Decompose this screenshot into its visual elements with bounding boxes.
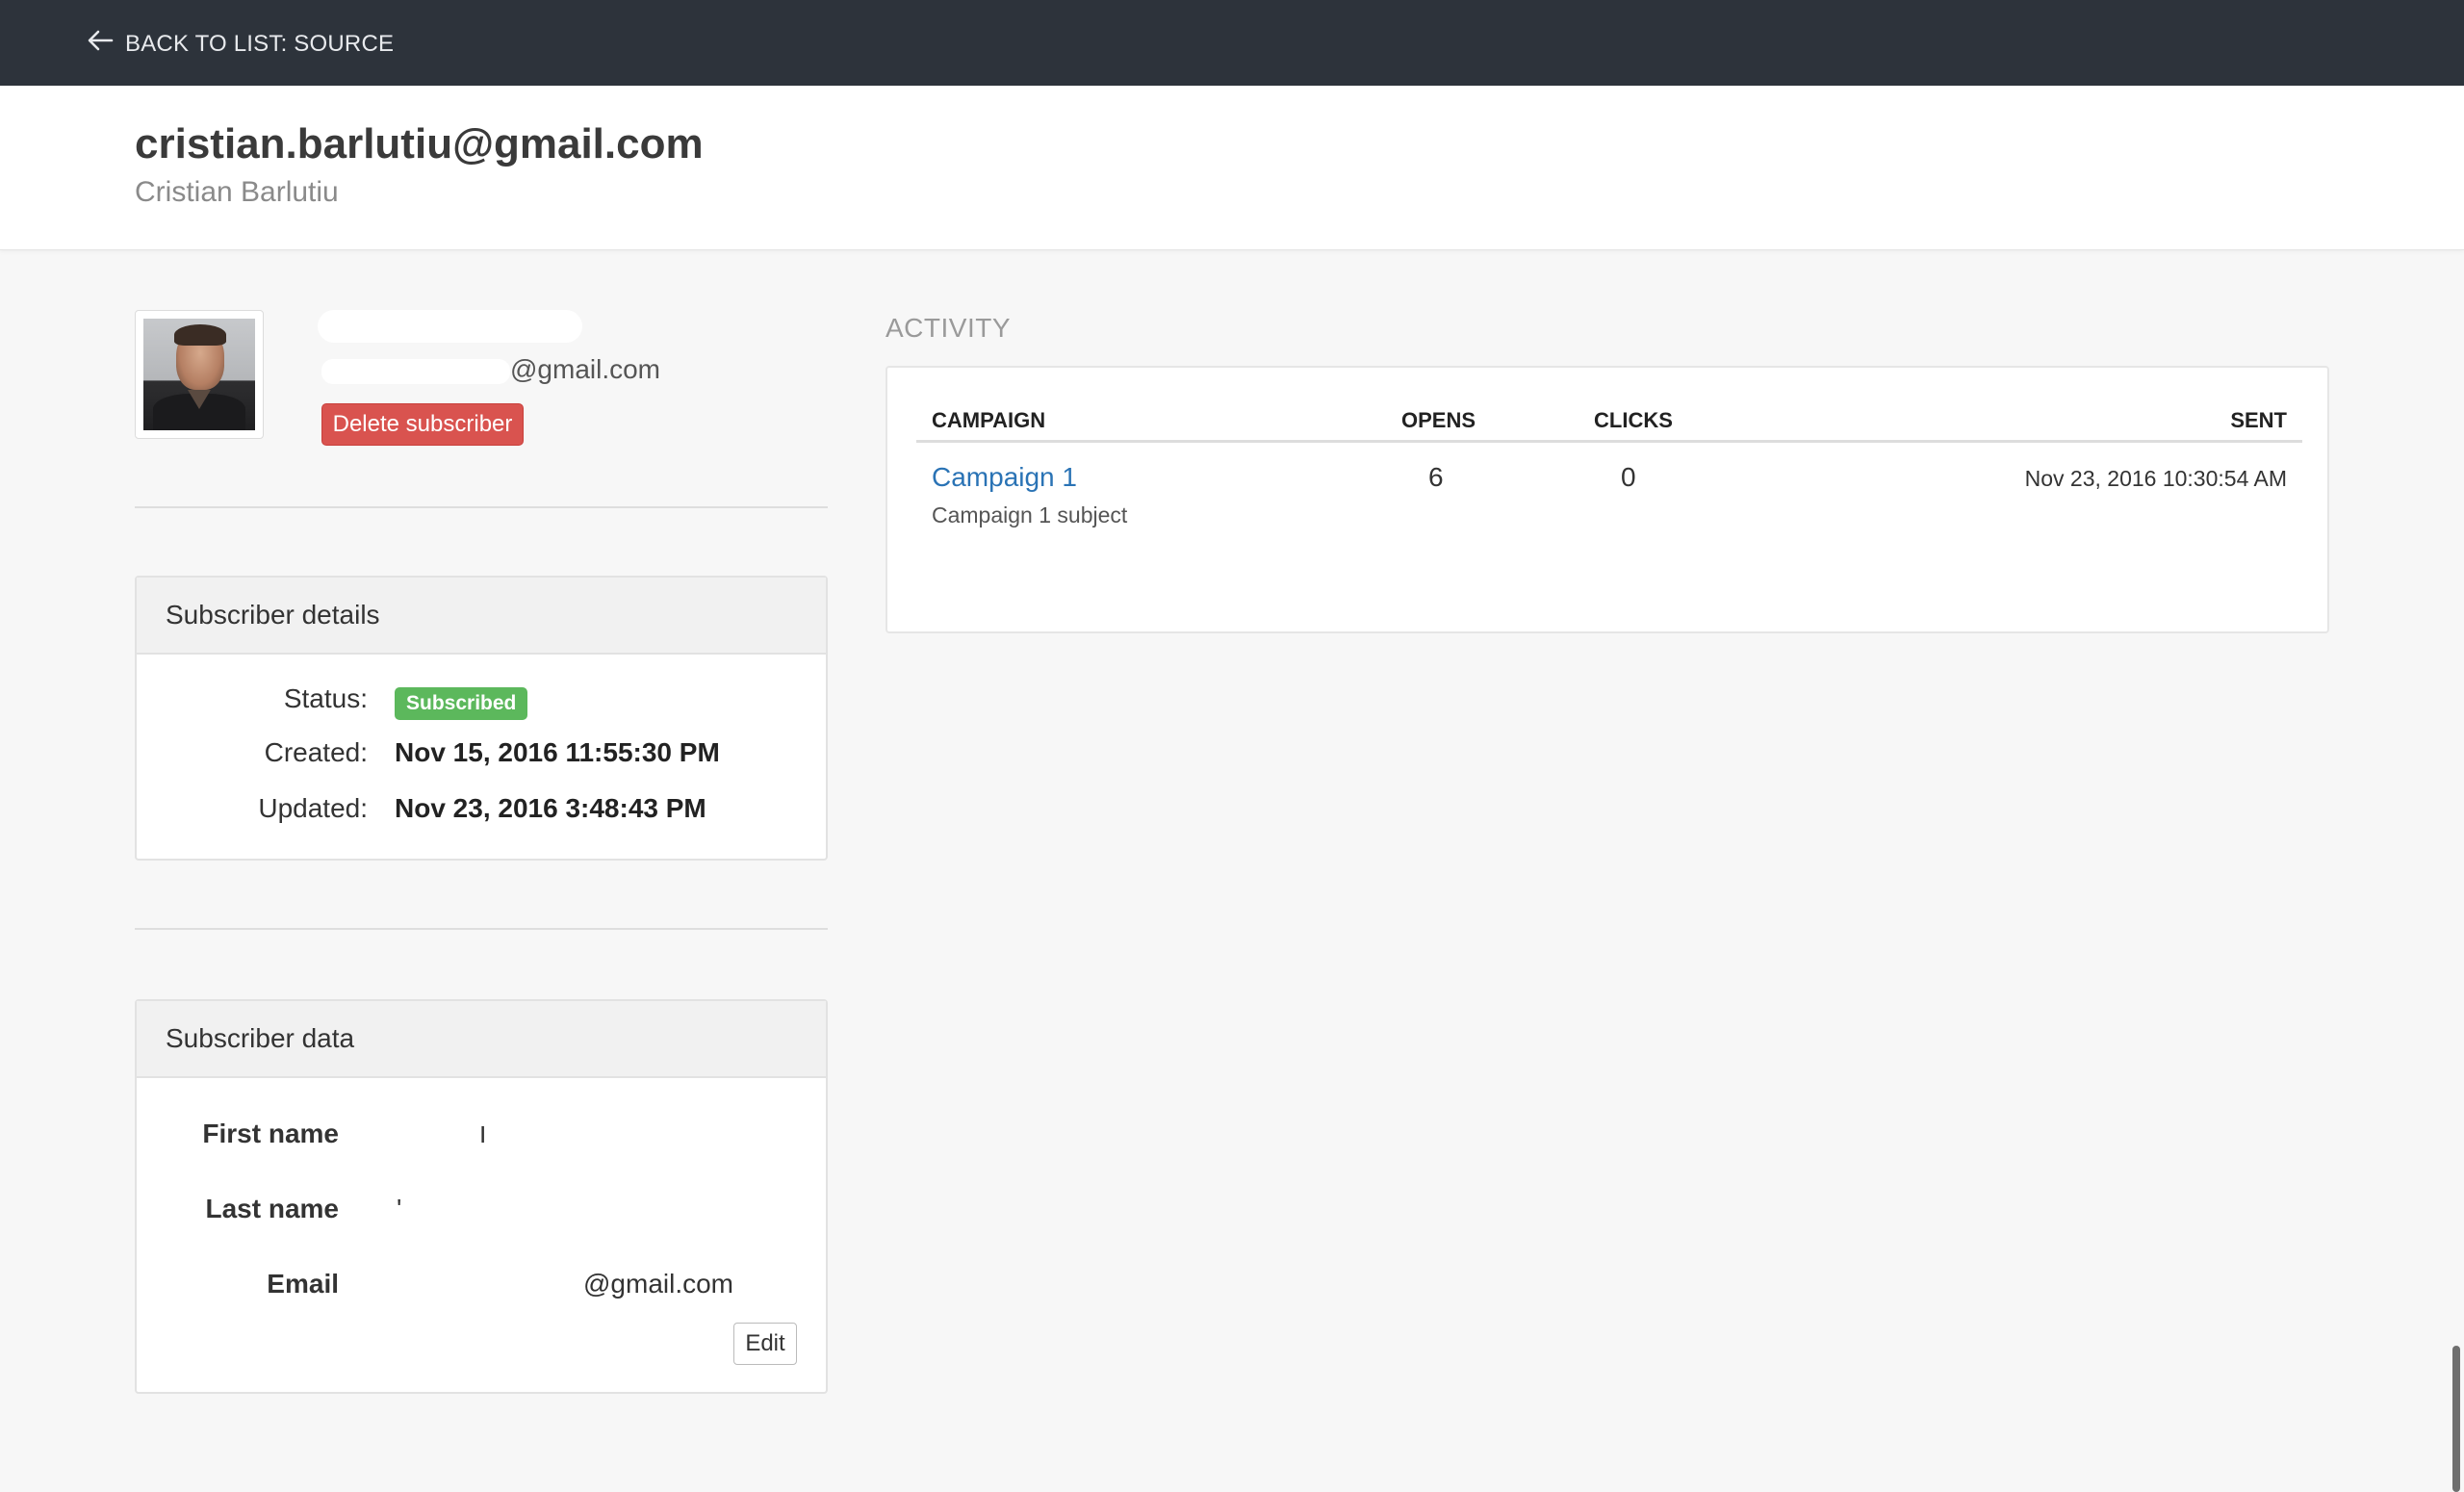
subscriber-details-panel: Subscriber details Status: Subscribed Cr… bbox=[135, 576, 828, 861]
subscriber-data-panel: Subscriber data First name ו Last name '… bbox=[135, 999, 828, 1394]
status-label: Status: bbox=[283, 683, 368, 713]
created-value: Nov 15, 2016 11:55:30 PM bbox=[395, 737, 720, 767]
divider bbox=[135, 928, 828, 930]
divider bbox=[135, 506, 828, 508]
page-header: cristian.barlutiu@gmail.com Cristian Bar… bbox=[0, 86, 2464, 250]
table-row: Campaign 1 Campaign 1 subject 6 0 Nov 23… bbox=[916, 443, 2302, 549]
first-name-value: ו bbox=[479, 1119, 487, 1148]
campaign-subject: Campaign 1 subject bbox=[932, 502, 1128, 527]
edit-button[interactable]: Edit bbox=[733, 1323, 797, 1365]
status-badge: Subscribed bbox=[395, 687, 528, 720]
column-header-clicks: CLICKS bbox=[1594, 408, 1673, 432]
page-subtitle: Cristian Barlutiu bbox=[135, 176, 339, 208]
sent-value: Nov 23, 2016 10:30:54 AM bbox=[2024, 466, 2287, 491]
last-name-value: ' bbox=[397, 1194, 402, 1223]
column-header-campaign: CAMPAIGN bbox=[932, 408, 1046, 432]
profile-email-suffix: @gmail.com bbox=[510, 354, 661, 384]
email-label: Email bbox=[267, 1269, 339, 1299]
back-to-list-link[interactable]: BACK TO LIST: SOURCE bbox=[85, 25, 394, 63]
avatar-image bbox=[143, 319, 255, 430]
scrollbar-thumb[interactable] bbox=[2452, 1346, 2460, 1492]
clicks-value: 0 bbox=[1621, 462, 1636, 492]
profile-email: @gmail.com bbox=[321, 354, 660, 385]
activity-table: CAMPAIGN OPENS CLICKS SENT Campaign 1 Ca… bbox=[916, 397, 2302, 549]
updated-value: Nov 23, 2016 3:48:43 PM bbox=[395, 793, 706, 823]
campaign-link[interactable]: Campaign 1 bbox=[932, 462, 1077, 493]
arrow-left-icon bbox=[85, 25, 116, 63]
redacted-email-mask bbox=[321, 358, 510, 384]
panel-heading: Subscriber data bbox=[137, 1001, 826, 1078]
activity-title: ACTIVITY bbox=[886, 313, 1012, 343]
panel-heading: Subscriber details bbox=[137, 578, 826, 655]
page-title: cristian.barlutiu@gmail.com bbox=[135, 120, 704, 167]
delete-subscriber-button[interactable]: Delete subscriber bbox=[321, 403, 524, 446]
created-label: Created: bbox=[264, 737, 368, 767]
column-header-opens: OPENS bbox=[1401, 408, 1476, 432]
table-header: CAMPAIGN OPENS CLICKS SENT bbox=[916, 397, 2302, 443]
first-name-label: First name bbox=[202, 1119, 339, 1148]
email-value: @gmail.com bbox=[583, 1269, 734, 1299]
updated-label: Updated: bbox=[258, 793, 368, 823]
top-nav-bar: BACK TO LIST: SOURCE bbox=[0, 0, 2464, 86]
last-name-label: Last name bbox=[205, 1194, 340, 1223]
column-header-sent: SENT bbox=[2230, 408, 2287, 432]
opens-value: 6 bbox=[1428, 462, 1444, 492]
avatar bbox=[135, 310, 264, 439]
back-to-list-label: BACK TO LIST: SOURCE bbox=[125, 30, 395, 57]
activity-card: CAMPAIGN OPENS CLICKS SENT Campaign 1 Ca… bbox=[886, 366, 2329, 633]
redacted-name bbox=[318, 310, 582, 343]
